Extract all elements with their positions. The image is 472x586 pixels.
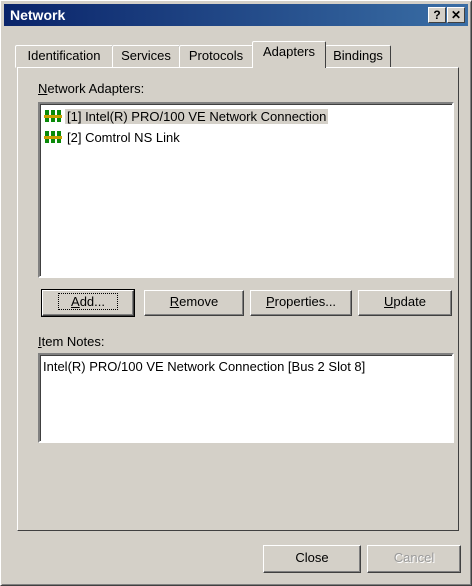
- label-text: etwork Adapters:: [47, 81, 145, 96]
- list-item[interactable]: [1] Intel(R) PRO/100 VE Network Connecti…: [44, 108, 329, 126]
- network-card-icon: [44, 110, 62, 122]
- item-notes-label: Item Notes:: [38, 334, 104, 349]
- close-button[interactable]: Close: [263, 545, 361, 573]
- item-notes-text: Intel(R) PRO/100 VE Network Connection […: [43, 359, 366, 374]
- adapters-panel: Network Adapters: [1] Intel(R) PRO/100 V…: [17, 67, 459, 531]
- tab-label: Identification: [27, 48, 101, 63]
- network-card-icon: [44, 131, 62, 143]
- list-item-label: [1] Intel(R) PRO/100 VE Network Connecti…: [65, 109, 329, 124]
- network-adapters-label: Network Adapters:: [38, 81, 144, 96]
- button-label: dd...: [79, 294, 105, 309]
- properties-button[interactable]: Properties...: [250, 290, 352, 316]
- remove-button[interactable]: Remove: [144, 290, 244, 316]
- help-button[interactable]: ?: [428, 7, 446, 23]
- update-button[interactable]: Update: [358, 290, 452, 316]
- button-label: pdate: [393, 294, 426, 309]
- button-mnemonic: R: [169, 294, 180, 309]
- button-label: roperties...: [274, 294, 337, 309]
- tab-adapters[interactable]: Adapters: [252, 41, 326, 68]
- tab-label: Bindings: [333, 48, 383, 63]
- button-mnemonic: P: [265, 294, 275, 309]
- list-item[interactable]: [2] Comtrol NS Link: [44, 129, 182, 147]
- add-button[interactable]: Add...: [41, 289, 135, 317]
- tab-label: Protocols: [188, 48, 244, 63]
- close-window-button[interactable]: ✕: [447, 7, 465, 23]
- item-notes-box: Intel(R) PRO/100 VE Network Connection […: [38, 353, 454, 443]
- tab-protocols[interactable]: Protocols: [179, 45, 253, 68]
- tab-label: Services: [121, 48, 171, 63]
- window-title: Network: [10, 7, 66, 23]
- network-dialog: Network ? ✕ Identification Services Prot…: [0, 0, 472, 586]
- cancel-button: Cancel: [367, 545, 461, 573]
- list-item-label: [2] Comtrol NS Link: [67, 130, 180, 145]
- label-mnemonic: N: [38, 81, 48, 96]
- network-adapters-list[interactable]: [1] Intel(R) PRO/100 VE Network Connecti…: [38, 102, 454, 278]
- button-label: emove: [179, 294, 219, 309]
- tab-label: Adapters: [262, 44, 316, 59]
- tab-bindings[interactable]: Bindings: [325, 45, 391, 68]
- button-mnemonic: A: [71, 294, 80, 309]
- label-text: tem Notes:: [41, 334, 105, 349]
- tab-identification[interactable]: Identification: [15, 45, 113, 68]
- tab-services[interactable]: Services: [112, 45, 180, 68]
- button-mnemonic: U: [384, 294, 394, 309]
- title-bar[interactable]: Network ? ✕: [4, 4, 468, 26]
